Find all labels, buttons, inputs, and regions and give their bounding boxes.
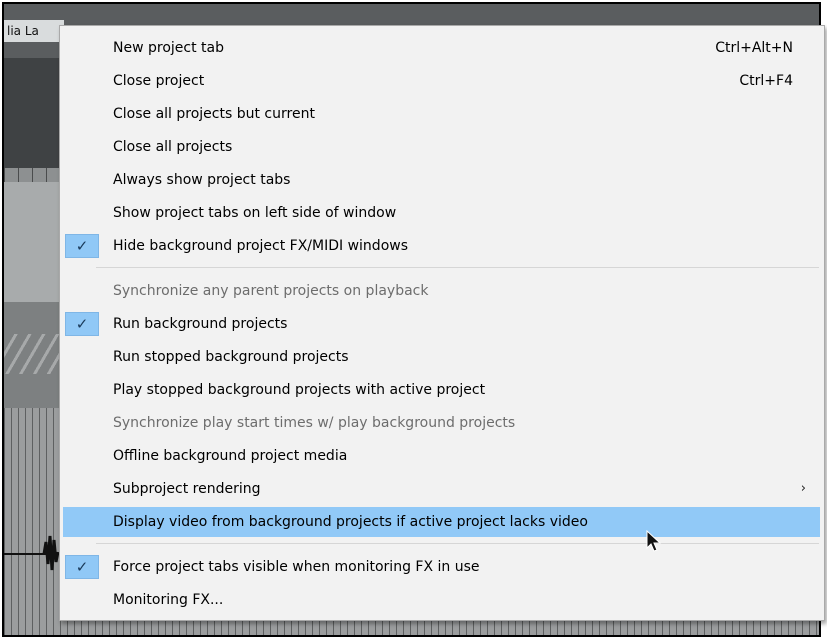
menu-separator bbox=[96, 267, 819, 268]
menu-item-label: Close project bbox=[113, 73, 205, 89]
menu-item-tabs-left-side[interactable]: Show project tabs on left side of window bbox=[63, 198, 820, 228]
project-tab[interactable]: lia La bbox=[4, 20, 64, 42]
waveform-icon bbox=[4, 524, 64, 584]
menu-item-run-stopped-background[interactable]: Run stopped background projects bbox=[63, 342, 820, 372]
menu-item-force-tabs-visible-monitoring[interactable]: ✓ Force project tabs visible when monito… bbox=[63, 552, 820, 582]
menu-item-label: Play stopped background projects with ac… bbox=[113, 382, 486, 398]
menu-item-label: New project tab bbox=[113, 40, 224, 56]
menu-item-label: Run stopped background projects bbox=[113, 349, 349, 365]
menu-item-label: Subproject rendering bbox=[113, 481, 261, 497]
menu-item-new-project-tab[interactable]: New project tab Ctrl+Alt+N bbox=[63, 33, 820, 63]
menu-item-close-project[interactable]: Close project Ctrl+F4 bbox=[63, 66, 820, 96]
menu-item-offline-background-media[interactable]: Offline background project media bbox=[63, 441, 820, 471]
menu-item-always-show-tabs[interactable]: Always show project tabs bbox=[63, 165, 820, 195]
menu-item-label: Force project tabs visible when monitori… bbox=[113, 559, 480, 575]
menu-item-subproject-rendering[interactable]: Subproject rendering › bbox=[63, 474, 820, 504]
item-pattern bbox=[4, 334, 64, 374]
menu-item-display-background-video[interactable]: Display video from background projects i… bbox=[63, 507, 820, 537]
menu-item-label: Display video from background projects i… bbox=[113, 514, 588, 530]
checkmark-icon: ✓ bbox=[65, 312, 99, 336]
menu-item-label: Synchronize any parent projects on playb… bbox=[113, 283, 429, 299]
checkmark-icon: ✓ bbox=[65, 234, 99, 258]
menu-item-label: Run background projects bbox=[113, 316, 288, 332]
menu-item-shortcut: Ctrl+Alt+N bbox=[715, 40, 793, 56]
menu-item-label: Close all projects bbox=[113, 139, 233, 155]
mouse-cursor-icon bbox=[646, 529, 668, 554]
menu-item-shortcut: Ctrl+F4 bbox=[739, 73, 793, 89]
menu-item-run-background-projects[interactable]: ✓ Run background projects bbox=[63, 309, 820, 339]
menu-item-label: Offline background project media bbox=[113, 448, 348, 464]
menu-item-label: Always show project tabs bbox=[113, 172, 291, 188]
menu-item-hide-background-fx-windows[interactable]: ✓ Hide background project FX/MIDI window… bbox=[63, 231, 820, 261]
menu-item-label: Show project tabs on left side of window bbox=[113, 205, 397, 221]
menu-separator bbox=[96, 543, 819, 544]
menu-item-label: Monitoring FX... bbox=[113, 592, 224, 608]
project-tab-context-menu: New project tab Ctrl+Alt+N Close project… bbox=[59, 25, 825, 621]
menu-item-close-all-projects[interactable]: Close all projects bbox=[63, 132, 820, 162]
menu-item-sync-play-start-times: Synchronize play start times w/ play bac… bbox=[63, 408, 820, 438]
menu-item-label: Synchronize play start times w/ play bac… bbox=[113, 415, 516, 431]
menu-item-sync-parent-projects: Synchronize any parent projects on playb… bbox=[63, 276, 820, 306]
menu-item-play-stopped-background[interactable]: Play stopped background projects with ac… bbox=[63, 375, 820, 405]
menu-item-close-all-but-current[interactable]: Close all projects but current bbox=[63, 99, 820, 129]
menu-item-label: Close all projects but current bbox=[113, 106, 315, 122]
submenu-arrow-icon: › bbox=[800, 481, 806, 496]
checkmark-icon: ✓ bbox=[65, 555, 99, 579]
menu-item-label: Hide background project FX/MIDI windows bbox=[113, 238, 408, 254]
menu-item-monitoring-fx[interactable]: Monitoring FX... bbox=[63, 585, 820, 615]
